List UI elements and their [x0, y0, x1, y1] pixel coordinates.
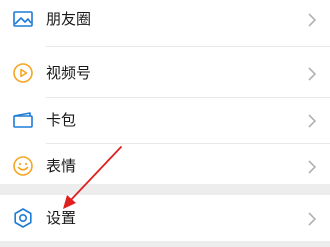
chevron-right-icon [308, 113, 317, 128]
chevron-right-icon [308, 12, 317, 27]
chevron-right-icon [308, 159, 317, 174]
settings-label: 设置 [46, 209, 77, 227]
discover-menu-group: 朋友圈 视频号 卡包 表情 [0, 0, 330, 184]
menu-item-label: 卡包 [46, 111, 77, 129]
chevron-right-icon [308, 211, 317, 226]
menu-item-cards[interactable]: 卡包 [0, 97, 330, 143]
menu-item-label: 视频号 [46, 64, 92, 82]
divider [46, 46, 330, 47]
card-pack-icon [11, 108, 35, 132]
chevron-right-icon [308, 66, 317, 81]
menu-item-stickers[interactable]: 表情 [0, 143, 330, 189]
menu-item-settings[interactable]: 设置 [0, 195, 330, 241]
menu-item-label: 表情 [46, 157, 77, 175]
menu-item-moments[interactable]: 朋友圈 [0, 0, 330, 42]
settings-group: 设置 [0, 195, 330, 241]
smiley-icon [11, 154, 35, 178]
menu-item-channels[interactable]: 视频号 [0, 50, 330, 96]
menu-item-label: 朋友圈 [46, 10, 92, 28]
image-icon [11, 7, 35, 31]
play-circle-icon [11, 61, 35, 85]
gear-icon [11, 206, 35, 230]
